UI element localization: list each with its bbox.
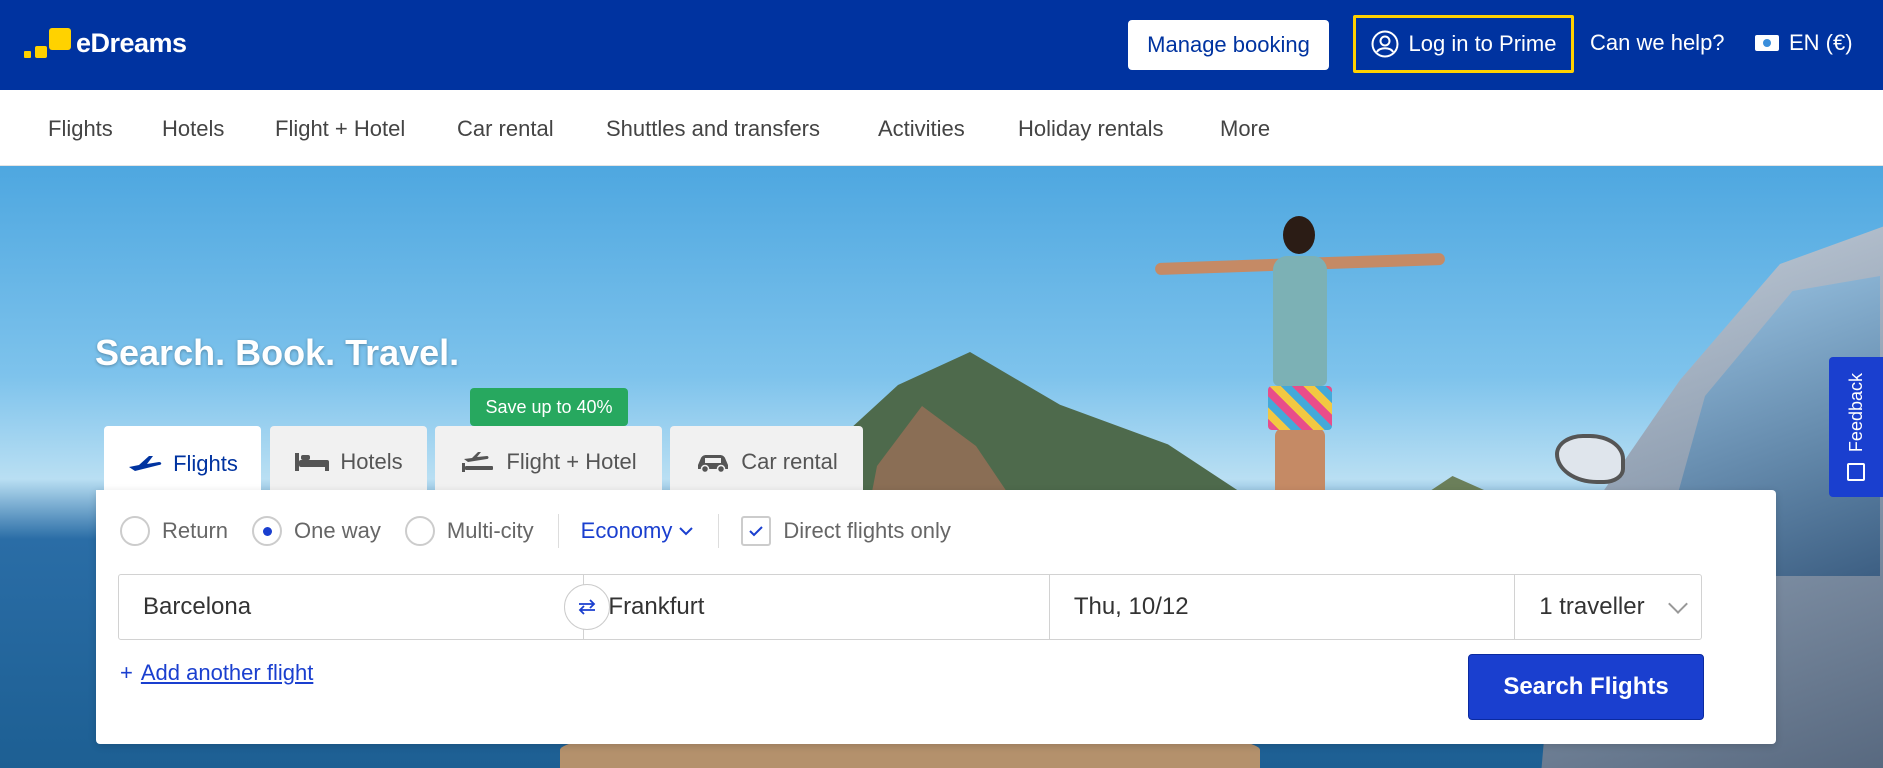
chevron-down-icon	[1668, 594, 1688, 614]
flight-search-panel: Return One way Multi-city Economy Direct…	[96, 490, 1776, 744]
travellers-dropdown[interactable]: 1 traveller	[1515, 575, 1701, 639]
plus-icon: +	[120, 660, 133, 685]
trip-type-multi-city[interactable]: Multi-city	[404, 516, 534, 546]
trip-type-return-label: Return	[162, 518, 229, 543]
direct-flights-label: Direct flights only	[783, 518, 951, 543]
language-selector[interactable]: EN (€)	[1755, 28, 1853, 58]
feedback-tab[interactable]: Feedback	[1829, 357, 1883, 497]
tab-flight-hotel-label: Flight + Hotel	[506, 449, 637, 474]
departure-date-field[interactable]: Thu, 10/12	[1050, 575, 1516, 639]
save-badge: Save up to 40%	[470, 388, 628, 434]
tab-flights-label: Flights	[173, 451, 238, 476]
origin-field[interactable]: Barcelona	[119, 575, 585, 639]
help-link[interactable]: Can we help?	[1590, 28, 1725, 58]
cabin-class-value: Economy	[580, 518, 673, 543]
swap-arrows-icon	[578, 599, 596, 615]
tab-hotels[interactable]: Hotels	[270, 426, 427, 492]
nav-item-hotels[interactable]: Hotels	[162, 114, 224, 144]
product-nav: Flights Hotels Flight + Hotel Car rental…	[0, 90, 1883, 166]
trip-type-one-way-label: One way	[294, 518, 381, 543]
nav-item-flight-hotel[interactable]: Flight + Hotel	[275, 114, 405, 144]
user-circle-icon	[1371, 30, 1399, 58]
search-flights-button[interactable]: Search Flights	[1468, 654, 1704, 720]
tab-hotels-label: Hotels	[340, 449, 403, 474]
trip-options-row: Return One way Multi-city Economy Direct…	[120, 514, 951, 548]
hero-banner: Search. Book. Travel. Flights Hotels Sav…	[0, 166, 1883, 768]
tab-car-rental[interactable]: Car rental	[670, 426, 863, 492]
bed-icon	[295, 453, 330, 471]
feedback-label: Feedback	[1845, 373, 1866, 453]
hero-headline: Search. Book. Travel.	[95, 332, 460, 373]
divider	[718, 514, 720, 548]
nav-item-holiday-rentals[interactable]: Holiday rentals	[1018, 114, 1164, 144]
car-icon	[698, 455, 729, 473]
tab-car-rental-label: Car rental	[741, 449, 838, 474]
radio-one-way[interactable]	[252, 516, 283, 546]
trip-type-return[interactable]: Return	[120, 516, 228, 546]
hero-car-mirror	[1555, 434, 1625, 484]
travellers-value: 1 traveller	[1539, 593, 1645, 620]
destination-value: Frankfurt	[608, 593, 705, 620]
plane-hotel-icon	[462, 452, 494, 472]
departure-date-value: Thu, 10/12	[1073, 593, 1189, 620]
top-header: eDreams Manage booking Log in to Prime C…	[0, 0, 1883, 90]
origin-value: Barcelona	[143, 593, 252, 620]
nav-item-shuttles[interactable]: Shuttles and transfers	[606, 114, 820, 144]
swap-airports-button[interactable]	[564, 584, 610, 630]
logo-text: eDreams	[76, 28, 187, 58]
radio-return[interactable]	[120, 516, 150, 546]
login-prime-label: Log in to Prime	[1408, 31, 1557, 56]
checkmark-icon	[749, 526, 764, 537]
direct-flights-option[interactable]: Direct flights only	[741, 516, 951, 546]
divider	[557, 514, 559, 548]
add-another-flight-link[interactable]: + Add another flight	[120, 660, 313, 686]
manage-booking-button[interactable]: Manage booking	[1128, 20, 1329, 70]
cabin-class-dropdown[interactable]: Economy	[581, 518, 695, 544]
nav-item-car-rental[interactable]: Car rental	[457, 114, 554, 144]
chevron-down-icon	[679, 527, 694, 536]
edreams-logo[interactable]: eDreams	[24, 26, 187, 60]
language-label: EN (€)	[1789, 30, 1853, 55]
logo-mark-icon	[24, 26, 72, 60]
search-fields-row: Barcelona Frankfurt Thu, 10/12 1 travell…	[118, 574, 1702, 640]
trip-type-one-way[interactable]: One way	[252, 516, 381, 546]
direct-flights-checkbox[interactable]	[741, 516, 772, 546]
login-prime-button[interactable]: Log in to Prime	[1353, 15, 1574, 73]
tab-flights[interactable]: Flights	[104, 426, 261, 496]
add-another-flight-label: Add another flight	[140, 660, 314, 685]
plane-icon	[129, 456, 162, 471]
destination-field[interactable]: Frankfurt	[584, 575, 1050, 639]
radio-multi-city[interactable]	[404, 516, 435, 546]
trip-type-multi-city-label: Multi-city	[446, 518, 534, 543]
nav-item-activities[interactable]: Activities	[878, 114, 965, 144]
tab-flight-hotel[interactable]: Flight + Hotel	[435, 426, 662, 492]
flag-icon	[1755, 35, 1779, 51]
nav-item-flights[interactable]: Flights	[48, 114, 113, 144]
feedback-icon	[1847, 462, 1865, 481]
nav-item-more[interactable]: More	[1220, 114, 1270, 144]
